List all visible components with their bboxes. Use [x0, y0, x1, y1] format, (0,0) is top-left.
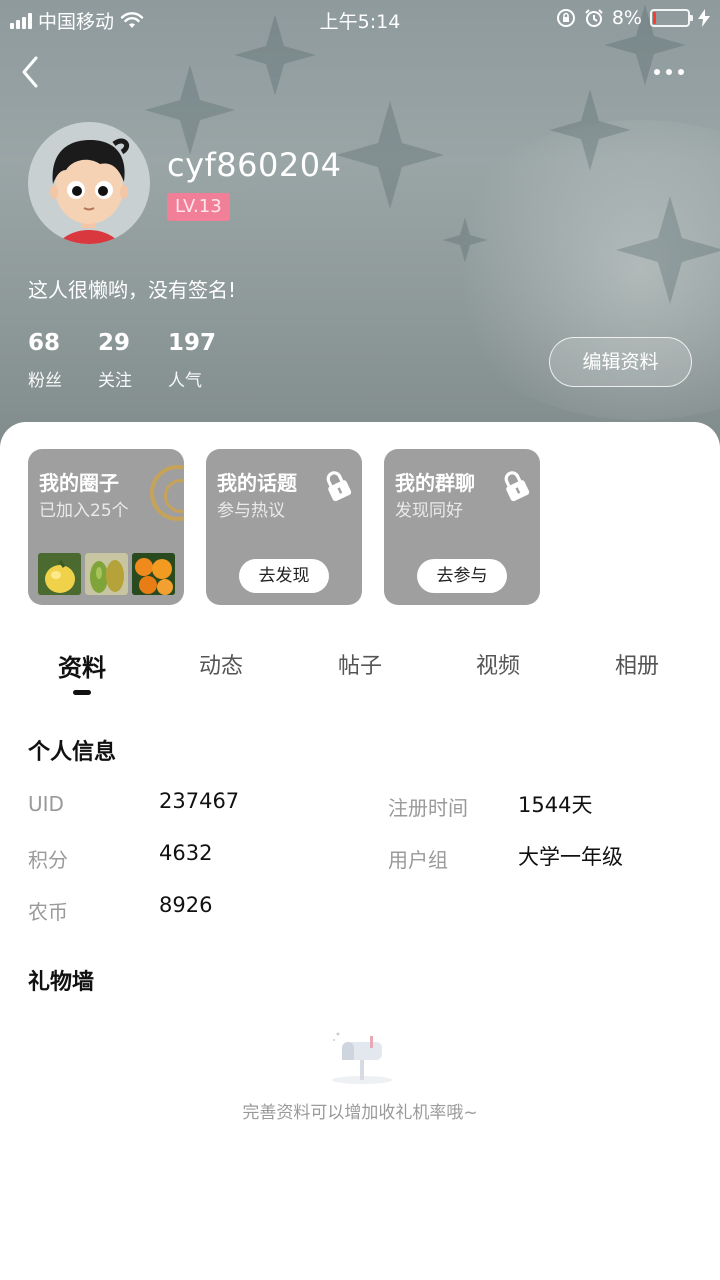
circle-thumbnails: [38, 553, 175, 595]
tab-profile-info[interactable]: 资料: [27, 648, 137, 683]
rotation-lock-icon: [556, 9, 575, 27]
user-group-value: 大学一年级: [518, 845, 623, 869]
lock-icon: [326, 471, 352, 502]
stat-followers[interactable]: 68 粉丝: [28, 330, 62, 391]
circle-logo-icon: [150, 465, 184, 521]
tab-videos[interactable]: 视频: [443, 648, 553, 680]
edit-profile-button[interactable]: 编辑资料: [549, 337, 692, 387]
uid-label: UID: [28, 792, 64, 816]
card-title: 我的圈子: [39, 471, 119, 495]
empty-mailbox-icon: [332, 1032, 392, 1084]
gift-wall-empty-text: 完善资料可以增加收礼机率哦~: [242, 1103, 478, 1123]
my-circles-card[interactable]: 我的圈子 已加入25个: [28, 449, 184, 605]
personal-info-title: 个人信息: [28, 740, 117, 765]
register-time-value: 1544天: [518, 793, 593, 817]
circle-thumbnail[interactable]: [132, 553, 175, 595]
user-group-label: 用户组: [388, 848, 448, 872]
stat-label: 关注: [98, 371, 132, 391]
card-title: 我的话题: [217, 471, 297, 495]
battery-percent: 8%: [611, 7, 642, 29]
gift-wall-title: 礼物墙: [28, 970, 95, 995]
avatar[interactable]: [28, 122, 150, 244]
tab-albums[interactable]: 相册: [582, 648, 692, 680]
charging-bolt-icon: [698, 9, 710, 27]
profile-stats: 68 粉丝 29 关注 197 人气: [28, 330, 216, 391]
level-badge: LV.13: [167, 193, 230, 221]
back-button[interactable]: [14, 52, 48, 92]
cartoon-avatar-icon: [50, 138, 129, 244]
points-label: 积分: [28, 848, 68, 872]
card-subtitle: 参与热议: [217, 501, 285, 521]
battery-icon: [650, 9, 693, 27]
uid-value: 237467: [159, 789, 240, 813]
points-value: 4632: [159, 841, 213, 865]
stat-following[interactable]: 29 关注: [98, 330, 132, 391]
stat-label: 粉丝: [28, 371, 62, 391]
active-tab-indicator: [73, 690, 91, 695]
signature-text: 这人很懒哟，没有签名!: [28, 278, 237, 302]
register-time-label: 注册时间: [388, 796, 468, 820]
card-subtitle: 已加入25个: [39, 501, 129, 521]
join-button[interactable]: 去参与: [417, 559, 507, 593]
more-options-button[interactable]: [654, 62, 690, 82]
lock-icon: [504, 471, 530, 502]
tab-posts[interactable]: 帖子: [305, 648, 415, 680]
profile-tabs: 资料 动态 帖子 视频 相册: [0, 648, 720, 698]
card-title: 我的群聊: [395, 471, 475, 495]
stat-value: 68: [28, 330, 61, 356]
card-subtitle: 发现同好: [395, 501, 463, 521]
my-group-chats-card[interactable]: 我的群聊 发现同好 去参与: [384, 449, 540, 605]
tab-activity[interactable]: 动态: [166, 648, 276, 680]
profile-content-panel: 我的圈子 已加入25个 我的话题 参与热议 去发现 我的群聊 发现同好 去参与 …: [0, 422, 720, 1280]
discover-button[interactable]: 去发现: [239, 559, 329, 593]
more-dots-icon: [654, 69, 660, 75]
coins-label: 农币: [28, 900, 68, 924]
stat-label: 人气: [168, 371, 202, 391]
status-bar: 中国移动 上午5:14 8%: [0, 0, 720, 38]
my-topics-card[interactable]: 我的话题 参与热议 去发现: [206, 449, 362, 605]
alarm-icon: [585, 9, 603, 27]
circle-thumbnail[interactable]: [38, 553, 81, 595]
coins-value: 8926: [159, 893, 213, 917]
feature-cards: 我的圈子 已加入25个 我的话题 参与热议 去发现 我的群聊 发现同好 去参与: [28, 449, 540, 605]
stat-value: 197: [168, 330, 217, 356]
username: cyf860204: [167, 146, 342, 184]
chevron-left-icon: [22, 56, 38, 88]
circle-thumbnail[interactable]: [85, 553, 128, 595]
stat-value: 29: [98, 330, 131, 356]
stat-popularity[interactable]: 197 人气: [168, 330, 216, 391]
